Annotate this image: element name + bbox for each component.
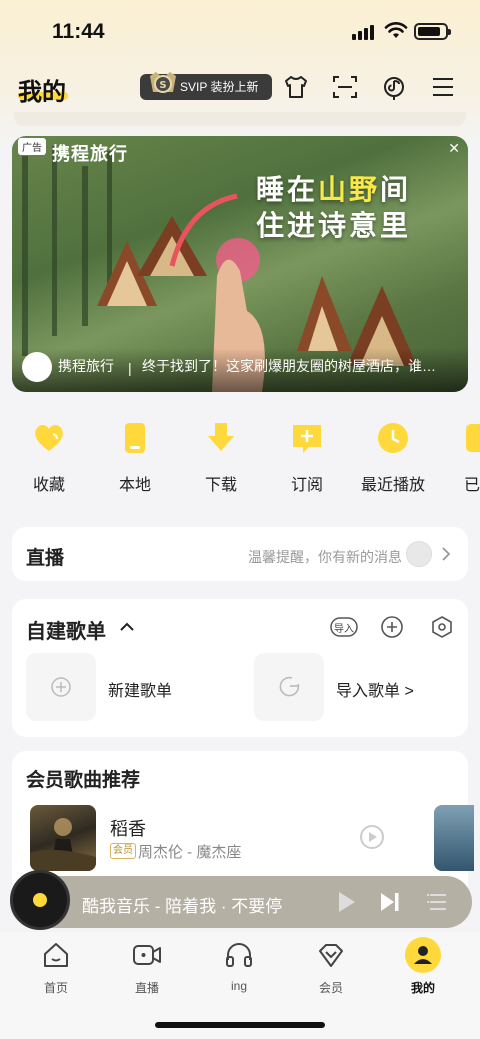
ad-brand: 携程旅行 xyxy=(52,144,128,164)
plus-icon xyxy=(51,677,71,697)
song-name[interactable]: 稻香 xyxy=(110,815,146,841)
close-icon[interactable]: ✕ xyxy=(448,140,460,157)
tab-label: 会员 xyxy=(318,981,343,995)
ad-banner[interactable]: 广告 携程旅行 ✕ 睡在山野间 住进诗意里 携程旅行 | 终于找到了！这家刷爆朋… xyxy=(12,136,468,392)
ad-brand-logo xyxy=(22,352,52,382)
quick-action-label: 下载 xyxy=(204,477,237,494)
shirt-icon[interactable] xyxy=(281,72,311,102)
tab-home[interactable]: 首页 xyxy=(21,940,91,996)
tab-ing[interactable]: ing xyxy=(204,940,274,993)
quick-action-label: 已 xyxy=(464,477,480,494)
new-playlist-label: 新建歌单 xyxy=(108,683,173,700)
tab-label: 直播 xyxy=(134,981,159,995)
tab-mine[interactable]: 我的 xyxy=(388,937,458,996)
home-indicator xyxy=(155,1022,325,1028)
live-title: 直播 xyxy=(26,548,65,569)
home-icon xyxy=(44,943,68,967)
quick-action-subscribe[interactable]: 订阅 xyxy=(267,420,347,495)
ad-footer-separator: | xyxy=(128,360,132,376)
page-title: 我的 xyxy=(18,79,66,106)
headphones-icon xyxy=(226,943,252,967)
wifi-icon xyxy=(384,22,408,38)
tab-label: 我的 xyxy=(410,981,435,995)
ad-headline: 睡在山野间 住进诗意里 xyxy=(256,174,412,241)
quick-action-recent[interactable]: 最近播放 xyxy=(353,420,433,495)
play-button[interactable] xyxy=(334,890,358,914)
live-hint: 温馨提醒，你有新的消息 xyxy=(248,549,402,565)
quick-action-label: 收藏 xyxy=(32,477,65,494)
import-playlist-thumb xyxy=(254,653,324,721)
playlists-card: 自建歌单 导入 新建歌单 导入歌单 > xyxy=(12,599,468,737)
disc-icon[interactable] xyxy=(10,870,70,930)
quick-action-purchased[interactable]: 已 xyxy=(438,420,480,495)
next-song-cover[interactable] xyxy=(434,805,474,871)
clock-icon xyxy=(378,423,408,453)
chevron-up-icon[interactable] xyxy=(118,618,136,636)
phone-icon xyxy=(125,423,145,453)
profile-icon xyxy=(405,937,441,973)
status-time: 11:44 xyxy=(52,20,105,43)
import-playlist-item[interactable]: 导入歌单 > xyxy=(254,653,464,723)
import-playlist-label: 导入歌单 > xyxy=(336,683,414,700)
menu-icon[interactable] xyxy=(428,72,458,102)
import-label: 导入 xyxy=(334,624,354,635)
tab-label: ing xyxy=(230,979,247,993)
vip-tag: 会员 xyxy=(110,843,136,859)
album-art xyxy=(30,818,96,871)
next-track-icon[interactable] xyxy=(378,890,402,914)
tab-label: 首页 xyxy=(43,981,68,995)
song-artist: 周杰伦 - 魔杰座 xyxy=(138,844,242,861)
diamond-icon xyxy=(319,944,343,967)
svip-emblem-icon: S xyxy=(150,72,176,93)
check-icon xyxy=(466,424,480,452)
chevron-right-icon xyxy=(442,547,451,561)
import-playlist-icon xyxy=(279,676,300,697)
new-playlist-item[interactable]: 新建歌单 xyxy=(26,653,236,723)
settings-icon[interactable] xyxy=(428,613,456,641)
ad-footer-brand: 携程旅行 xyxy=(58,358,114,374)
tab-vip[interactable]: 会员 xyxy=(296,940,366,996)
tab-live[interactable]: 直播 xyxy=(112,940,182,996)
signal-icon xyxy=(352,24,378,40)
play-icon[interactable] xyxy=(360,825,384,849)
playlist-queue-icon[interactable] xyxy=(426,890,450,914)
new-playlist-thumb xyxy=(26,653,96,721)
playlists-title: 自建歌单 xyxy=(26,621,106,643)
svg-text:S: S xyxy=(159,80,166,91)
quick-action-favorites[interactable]: 收藏 xyxy=(9,420,89,495)
status-bar: 11:44 xyxy=(0,0,480,60)
quick-action-local[interactable]: 本地 xyxy=(95,420,175,495)
mini-player-text[interactable]: 酷我音乐 - 陪着我 · 不要停 xyxy=(82,892,282,917)
recommend-title: 会员歌曲推荐 xyxy=(26,770,141,791)
live-card[interactable]: 直播 温馨提醒，你有新的消息 xyxy=(12,527,468,581)
import-button[interactable]: 导入 xyxy=(330,613,358,641)
song-cover[interactable] xyxy=(30,805,96,871)
avatar xyxy=(406,541,432,567)
heart-icon xyxy=(35,425,63,451)
battery-icon xyxy=(414,23,451,40)
quick-action-label: 最近播放 xyxy=(360,477,425,494)
scan-icon[interactable] xyxy=(330,72,360,102)
quick-action-download[interactable]: 下载 xyxy=(181,420,261,495)
add-playlist-icon[interactable] xyxy=(378,613,406,641)
recognize-music-icon[interactable] xyxy=(380,72,410,102)
ad-footer-text: 终于找到了！这家刷爆朋友圈的树屋酒店，谁… xyxy=(142,358,436,374)
quick-action-label: 订阅 xyxy=(290,477,323,494)
quick-action-label: 本地 xyxy=(118,477,151,494)
subscribe-icon xyxy=(293,425,321,453)
download-icon xyxy=(208,423,234,451)
header-divider xyxy=(14,112,466,126)
video-icon xyxy=(133,945,161,965)
ad-label: 广告 xyxy=(18,138,46,155)
